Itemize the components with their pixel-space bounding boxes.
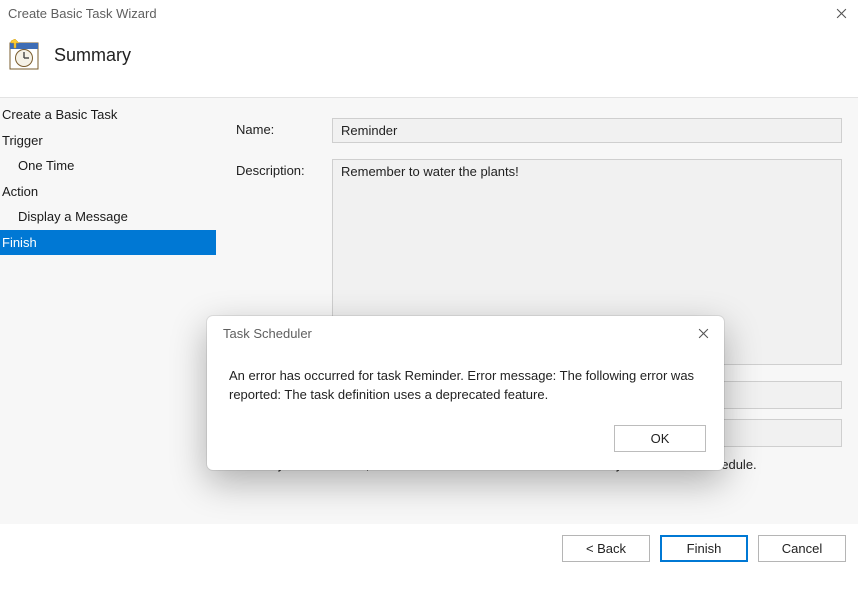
- finish-button[interactable]: Finish: [660, 535, 748, 562]
- error-dialog-title: Task Scheduler: [223, 326, 312, 341]
- step-trigger[interactable]: Trigger: [0, 128, 216, 154]
- step-create-basic-task[interactable]: Create a Basic Task: [0, 102, 216, 128]
- window-titlebar: Create Basic Task Wizard: [0, 0, 858, 27]
- page-title: Summary: [54, 45, 131, 66]
- error-dialog-titlebar: Task Scheduler: [207, 316, 724, 351]
- back-button[interactable]: < Back: [562, 535, 650, 562]
- wizard-steps-sidebar: Create a Basic Task Trigger One Time Act…: [0, 98, 216, 524]
- error-dialog-message: An error has occurred for task Reminder.…: [207, 351, 724, 411]
- description-label: Description:: [236, 159, 318, 178]
- cancel-button[interactable]: Cancel: [758, 535, 846, 562]
- step-one-time[interactable]: One Time: [0, 153, 216, 179]
- wizard-header: Summary: [0, 27, 858, 97]
- error-dialog: Task Scheduler An error has occurred for…: [207, 316, 724, 470]
- close-icon[interactable]: [696, 327, 710, 341]
- close-icon[interactable]: [834, 7, 848, 21]
- window-title: Create Basic Task Wizard: [8, 6, 157, 21]
- name-field[interactable]: [332, 118, 842, 143]
- clock-wizard-icon: [8, 39, 40, 71]
- step-finish[interactable]: Finish: [0, 230, 216, 256]
- name-label: Name:: [236, 118, 318, 137]
- ok-button[interactable]: OK: [614, 425, 706, 452]
- step-display-message[interactable]: Display a Message: [0, 204, 216, 230]
- wizard-footer: < Back Finish Cancel: [0, 524, 858, 562]
- step-action[interactable]: Action: [0, 179, 216, 205]
